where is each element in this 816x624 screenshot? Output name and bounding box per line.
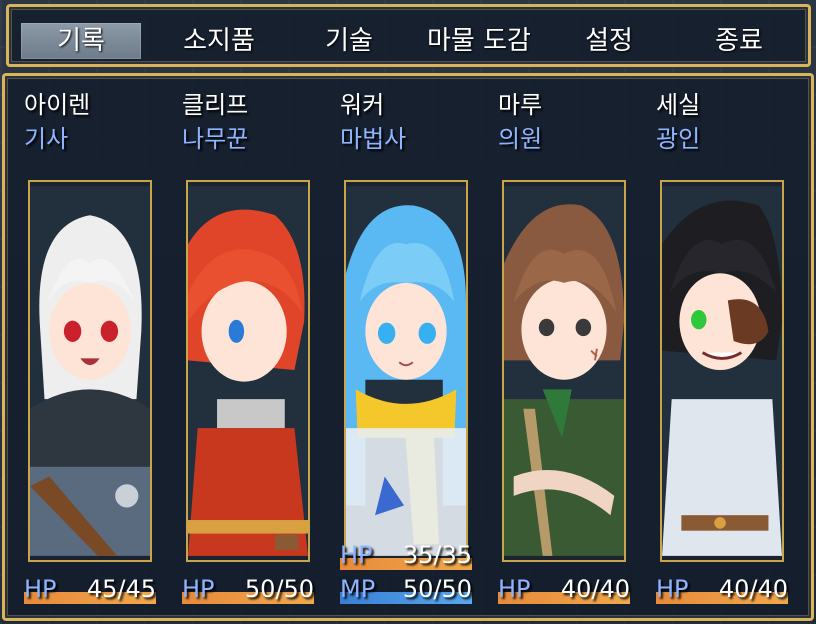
mp-value: 50/50 xyxy=(402,575,472,603)
member-portrait xyxy=(186,180,310,562)
member-name: 세실 xyxy=(656,91,701,119)
hp-label: HP xyxy=(656,575,689,603)
menu-item-inventory[interactable]: 소지품 xyxy=(159,23,279,59)
mp-gauge: MP 50/50 xyxy=(340,572,472,606)
member-name: 워커 xyxy=(340,91,385,119)
mp-label: MP xyxy=(340,575,376,603)
member-portrait xyxy=(28,180,152,562)
member-class: 마법사 xyxy=(340,125,407,153)
hp-value: 40/40 xyxy=(560,575,630,603)
member-class: 의원 xyxy=(498,125,543,153)
member-name: 아이렌 xyxy=(24,91,91,119)
member-class: 광인 xyxy=(656,125,701,153)
hp-value: 50/50 xyxy=(244,575,314,603)
member-class: 나무꾼 xyxy=(182,125,249,153)
member-portrait xyxy=(502,180,626,562)
member-name: 클리프 xyxy=(182,91,249,119)
command-menu: 기록 소지품 기술 마물 도감 설정 종료 xyxy=(6,4,811,67)
hp-value: 35/35 xyxy=(402,541,472,569)
hp-label: HP xyxy=(24,575,57,603)
menu-item-bestiary[interactable]: 마물 도감 xyxy=(414,23,544,59)
brown-haired-healer-portrait xyxy=(504,186,624,556)
blue-haired-mage-portrait xyxy=(346,186,466,556)
white-haired-knight-portrait xyxy=(30,186,150,556)
black-haired-eyepatch-portrait xyxy=(662,186,782,556)
hp-gauge: HP 40/40 xyxy=(656,572,788,606)
hp-gauge: HP 35/35 xyxy=(340,538,472,572)
member-portrait xyxy=(660,180,784,562)
hp-label: HP xyxy=(182,575,215,603)
menu-item-quit[interactable]: 종료 xyxy=(684,23,794,59)
hp-gauge: HP 50/50 xyxy=(182,572,314,606)
menu-item-record[interactable]: 기록 xyxy=(21,23,141,59)
menu-item-settings[interactable]: 설정 xyxy=(554,23,664,59)
member-name: 마루 xyxy=(498,91,543,119)
hp-value: 40/40 xyxy=(718,575,788,603)
hp-value: 45/45 xyxy=(86,575,156,603)
hp-gauge: HP 45/45 xyxy=(24,572,156,606)
red-haired-woodcutter-portrait xyxy=(188,186,308,556)
member-portrait xyxy=(344,180,468,562)
menu-item-skills[interactable]: 기술 xyxy=(294,23,404,59)
hp-label: HP xyxy=(498,575,531,603)
hp-gauge: HP 40/40 xyxy=(498,572,630,606)
hp-label: HP xyxy=(340,541,373,569)
member-class: 기사 xyxy=(24,125,69,153)
